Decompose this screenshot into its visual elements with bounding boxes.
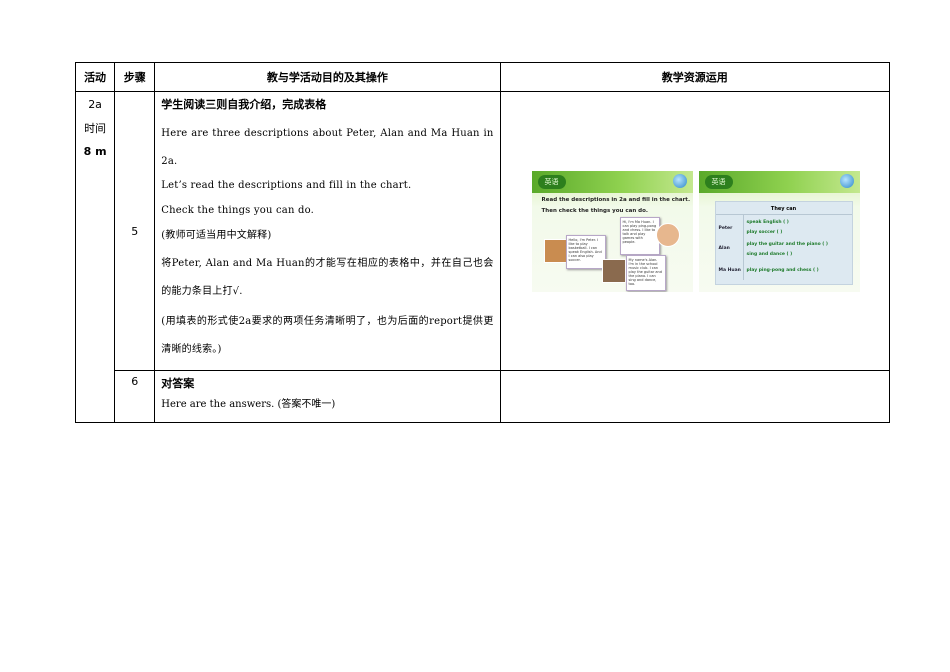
chart-item: speak English ( ): [746, 219, 789, 225]
table-row: 2a 时间 8 m 5 学生阅读三则自我介绍，完成表格 Here are thr…: [74, 91, 891, 423]
globe-icon: [672, 173, 687, 188]
alan-photo: [601, 258, 626, 283]
resources-cell: [499, 370, 891, 423]
resources-cell: 英语 Read the descriptions in 2a and fill …: [499, 91, 891, 371]
activity-code: 2a: [88, 98, 102, 111]
ability-chart: They can Peter Alan Ma Huan speak Englis…: [714, 200, 853, 285]
slide-instruction: Read the descriptions in 2a and fill in …: [541, 196, 691, 203]
description-card-peter: Hello, I'm Peter. I like to play basketb…: [565, 234, 606, 269]
instruction-line: Here are the answers. (答案不唯一): [161, 399, 336, 410]
slide-reading-task: 英语 Read the descriptions in 2a and fill …: [531, 170, 693, 292]
globe-icon: [839, 173, 854, 188]
description-card-alan: My name's Alan. I'm in the school music …: [625, 254, 666, 291]
peter-photo: [543, 238, 568, 263]
activity-time-label: 时间: [84, 122, 107, 135]
chart-divider: [742, 213, 744, 280]
step-number: 6: [114, 370, 156, 423]
instruction-line: Here are three descriptions about Peter,…: [161, 128, 494, 167]
chart-name: Alan: [718, 245, 730, 251]
header-operations: 教与学活动目的及其操作: [154, 62, 501, 92]
chart-item: sing and dance ( ): [746, 251, 793, 257]
textbook-logo-icon: 英语: [704, 174, 733, 189]
table-row: 6 对答案 Here are the answers. (答案不唯一): [76, 370, 891, 423]
slide-chart: 英语 They can Peter Alan Ma Huan speak Eng…: [698, 170, 860, 292]
lesson-plan-table: 活动 步骤 教与学活动目的及其操作 教学资源运用 2a 时间 8 m 5 学生阅…: [74, 62, 891, 423]
chart-item: play the guitar and the piano ( ): [746, 241, 828, 247]
step-number: 5: [114, 91, 156, 371]
slide-banner: 英语: [698, 170, 860, 193]
description-card-ma-huan: Hi, I'm Ma Huan. I can play ping-pong an…: [619, 216, 660, 255]
table-header-row: 活动 步骤 教与学活动目的及其操作 教学资源运用: [74, 62, 891, 92]
chart-item: play ping-pong and chess ( ): [746, 267, 819, 273]
slide-banner: 英语: [531, 170, 693, 193]
chart-name: Peter: [718, 225, 733, 231]
step-heading: 对答案: [161, 377, 195, 390]
instruction-line: (用填表的形式使2a要求的两项任务清晰明了，也为后面的report提供更清晰的线…: [161, 316, 494, 355]
chart-name: Ma Huan: [718, 267, 741, 273]
instruction-line: Let’s read the descriptions and fill in …: [161, 180, 412, 191]
operations-cell: 学生阅读三则自我介绍，完成表格 Here are three descripti…: [154, 91, 501, 371]
operations-cell: 对答案 Here are the answers. (答案不唯一): [154, 370, 501, 423]
instruction-line: Check the things you can do.: [161, 205, 314, 216]
header-resources: 教学资源运用: [499, 62, 891, 92]
activity-duration: 8 m: [83, 145, 107, 158]
textbook-logo-icon: 英语: [537, 174, 566, 189]
step-heading: 学生阅读三则自我介绍，完成表格: [161, 98, 327, 111]
slide-instruction: Then check the things you can do.: [541, 207, 648, 214]
header-activity: 活动: [74, 62, 116, 92]
slide-thumbnails: 英语 Read the descriptions in 2a and fill …: [501, 170, 889, 292]
chart-divider: [715, 213, 852, 215]
chart-title: They can: [770, 205, 797, 212]
ma-huan-photo: [655, 222, 680, 247]
instruction-line: (教师可适当用中文解释): [161, 230, 272, 241]
activity-cell: 2a 时间 8 m: [74, 91, 116, 423]
chart-item: play soccer ( ): [746, 229, 783, 235]
header-step: 步骤: [114, 62, 156, 92]
instruction-line: 将Peter, Alan and Ma Huan的才能写在相应的表格中，并在自己…: [161, 258, 494, 297]
